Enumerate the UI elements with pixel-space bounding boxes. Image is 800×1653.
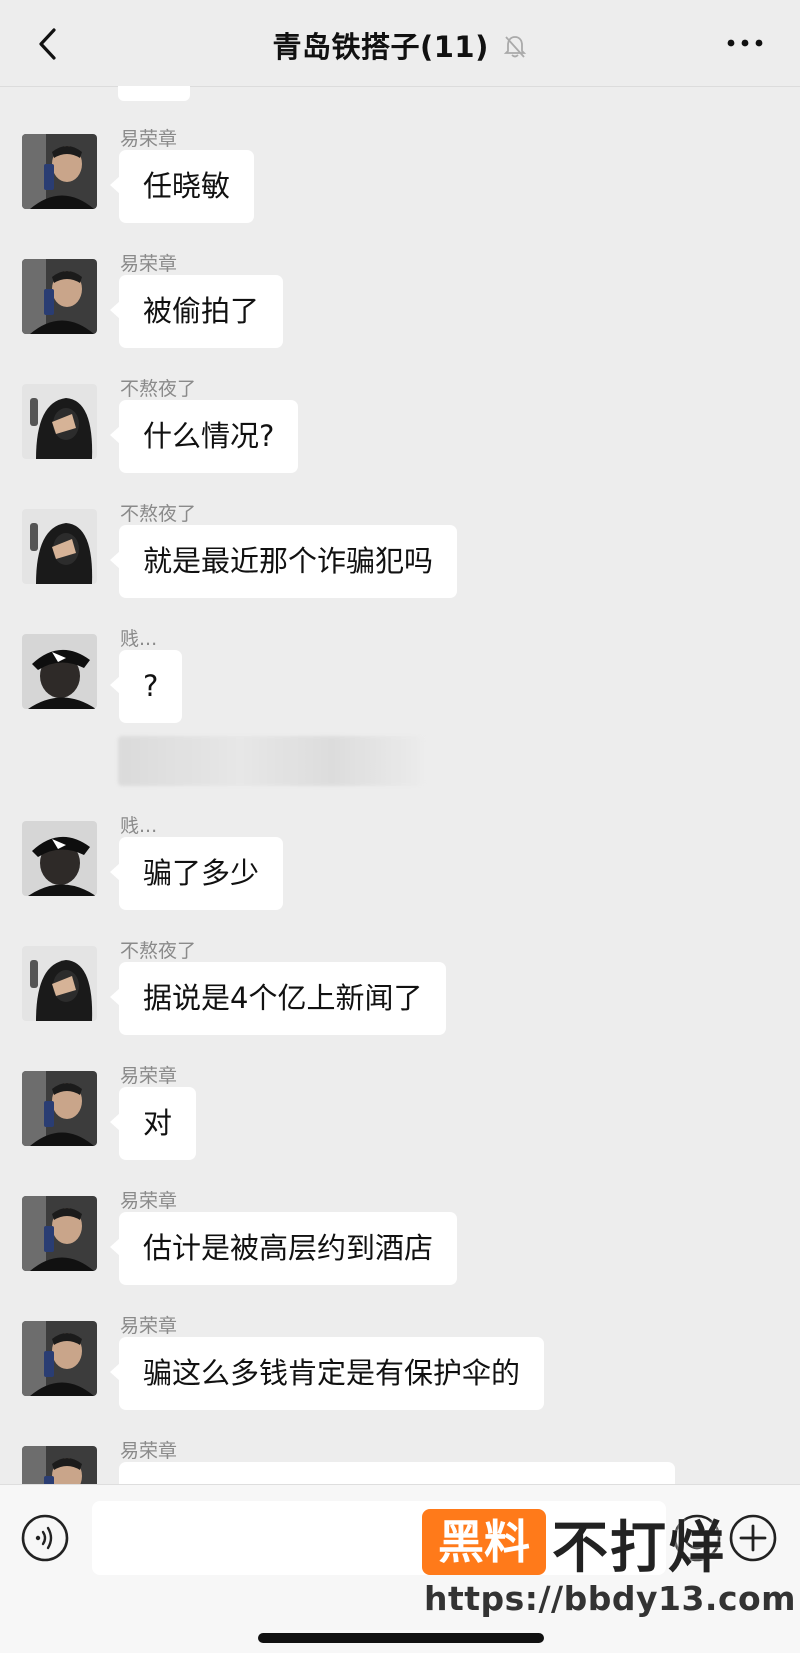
voice-icon[interactable] <box>20 1513 70 1563</box>
watermark-url: https://bbdy13.com <box>424 1579 797 1618</box>
avatar-c[interactable] <box>22 634 97 709</box>
plus-icon[interactable] <box>728 1513 778 1563</box>
avatar-b[interactable] <box>22 509 97 584</box>
avatar-a[interactable] <box>22 1071 97 1146</box>
avatar-a[interactable] <box>22 134 97 209</box>
sender-name: 易荣章 <box>120 1315 178 1337</box>
ellipsis-icon[interactable] <box>724 30 766 56</box>
sender-name: 贱... <box>120 815 158 837</box>
avatar-a[interactable] <box>22 1321 97 1396</box>
sender-name: 贱... <box>120 628 158 650</box>
watermark-logo: 黑料 <box>422 1509 546 1575</box>
avatar-c[interactable] <box>22 821 97 896</box>
input-bar: 黑料 不打烊 https://bbdy13.com <box>0 1484 800 1653</box>
sender-name: 易荣章 <box>120 1440 178 1462</box>
sender-name: 易荣章 <box>120 128 178 150</box>
chat-title-row: 青岛铁搭子(11) <box>0 24 800 66</box>
watermark-text: 不打烊 <box>552 1516 726 1581</box>
message-bubble[interactable]: 骗这么多钱肯定是有保护伞的 <box>109 1337 545 1410</box>
message-list[interactable]: 易荣章 任晓敏 易荣章 被偷拍了 不熬夜了 什么情况? 不熬夜了 就是最近那个诈… <box>0 86 800 1486</box>
sender-name: 不熬夜了 <box>120 503 197 525</box>
home-indicator[interactable] <box>258 1633 544 1643</box>
sender-name: 不熬夜了 <box>120 940 197 962</box>
message-bubble <box>118 86 190 101</box>
avatar-b[interactable] <box>22 384 97 459</box>
sender-name: 易荣章 <box>120 1065 178 1087</box>
avatar-a[interactable] <box>22 1196 97 1271</box>
message-bubble[interactable]: ? <box>109 650 183 723</box>
message-bubble[interactable] <box>119 1462 675 1486</box>
message-bubble[interactable]: 骗了多少 <box>109 837 284 910</box>
message-bubble[interactable]: 被偷拍了 <box>109 275 284 348</box>
message-bubble[interactable]: 什么情况? <box>109 400 299 473</box>
message-bubble[interactable]: 对 <box>109 1087 197 1160</box>
chat-header: 青岛铁搭子(11) <box>0 0 800 87</box>
chat-title: 青岛铁搭子(11) <box>272 30 489 64</box>
sender-name: 不熬夜了 <box>120 378 197 400</box>
sender-name: 易荣章 <box>120 1190 178 1212</box>
message-bubble[interactable]: 据说是4个亿上新闻了 <box>109 962 447 1035</box>
bell-off-icon <box>504 36 527 58</box>
blurred-message <box>118 736 424 786</box>
sender-name: 易荣章 <box>120 253 178 275</box>
message-bubble[interactable]: 估计是被高层约到酒店 <box>109 1212 458 1285</box>
avatar-a[interactable] <box>22 1446 97 1486</box>
avatar-b[interactable] <box>22 946 97 1021</box>
message-bubble[interactable]: 就是最近那个诈骗犯吗 <box>109 525 458 598</box>
message-bubble[interactable]: 任晓敏 <box>109 150 255 223</box>
avatar-a[interactable] <box>22 259 97 334</box>
